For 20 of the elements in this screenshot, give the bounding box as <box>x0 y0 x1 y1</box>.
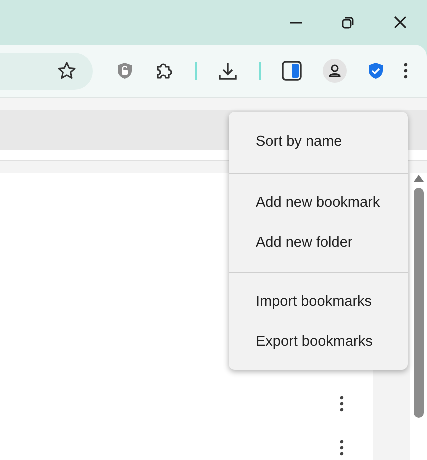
download-icon[interactable] <box>218 61 238 81</box>
restore-icon[interactable] <box>342 16 354 28</box>
profile-icon[interactable] <box>322 59 347 83</box>
puzzle-icon[interactable] <box>154 61 174 81</box>
more-icon[interactable] <box>404 63 408 79</box>
menu-item[interactable]: Add new folder <box>229 223 408 263</box>
menu-item[interactable]: Sort by name <box>229 122 408 162</box>
shield-lock-icon[interactable] <box>117 62 134 80</box>
sidebar-icon[interactable] <box>282 61 302 81</box>
scrollbar-thumb[interactable] <box>414 188 424 418</box>
close-icon[interactable] <box>394 16 407 29</box>
address-bar[interactable] <box>0 52 93 90</box>
menu-item[interactable]: Import bookmarks <box>229 282 408 322</box>
menu-item[interactable]: Export bookmarks <box>229 322 408 362</box>
shield-check-icon[interactable] <box>368 62 384 80</box>
star-icon[interactable] <box>57 61 77 81</box>
more-icon[interactable] <box>340 396 344 412</box>
scroll-up-icon[interactable] <box>414 175 424 182</box>
menu-item[interactable]: Add new bookmark <box>229 183 408 223</box>
more-icon[interactable] <box>340 440 344 456</box>
